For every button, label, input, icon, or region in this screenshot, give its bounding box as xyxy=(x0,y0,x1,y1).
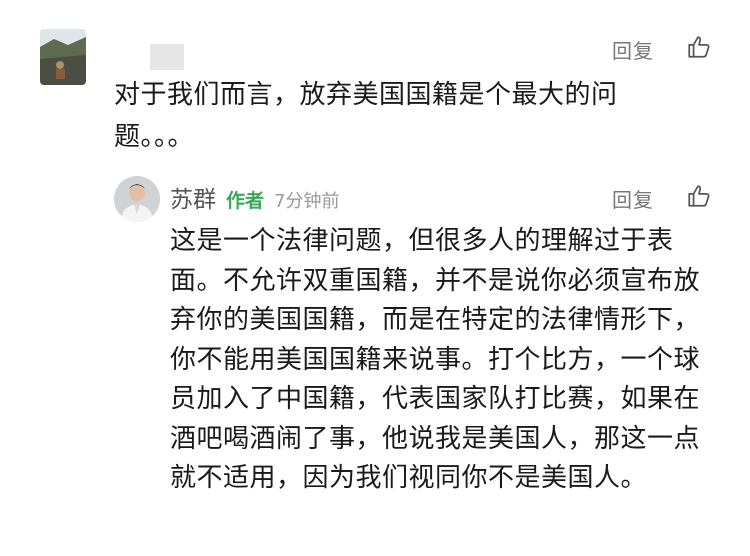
comment-like-button[interactable] xyxy=(686,34,712,60)
comment-text: 对于我们而言，放弃美国国籍是个最大的问题。。。 xyxy=(114,80,618,152)
author-badge: 作者 xyxy=(226,190,265,212)
reply-reply-button[interactable]: 回复 xyxy=(612,184,654,213)
commenter-name-placeholder xyxy=(150,44,184,70)
reply-author-avatar[interactable] xyxy=(114,176,160,222)
commenter-avatar[interactable] xyxy=(40,29,86,85)
reply-text: 这是一个法律问题，但很多人的理解过于表面。不允许双重国籍，并不是说你必须宣布放弃… xyxy=(170,226,701,493)
comment-reply-button[interactable]: 回复 xyxy=(612,35,654,64)
thumbs-up-icon xyxy=(688,36,710,58)
reply-author-name[interactable]: 苏群 xyxy=(170,180,216,214)
reply-like-button[interactable] xyxy=(686,183,712,209)
thumbs-up-icon xyxy=(688,185,710,207)
reply-timestamp: 7分钟前 xyxy=(274,191,340,212)
reply-header: 苏群 作者 7分钟前 xyxy=(170,180,340,214)
